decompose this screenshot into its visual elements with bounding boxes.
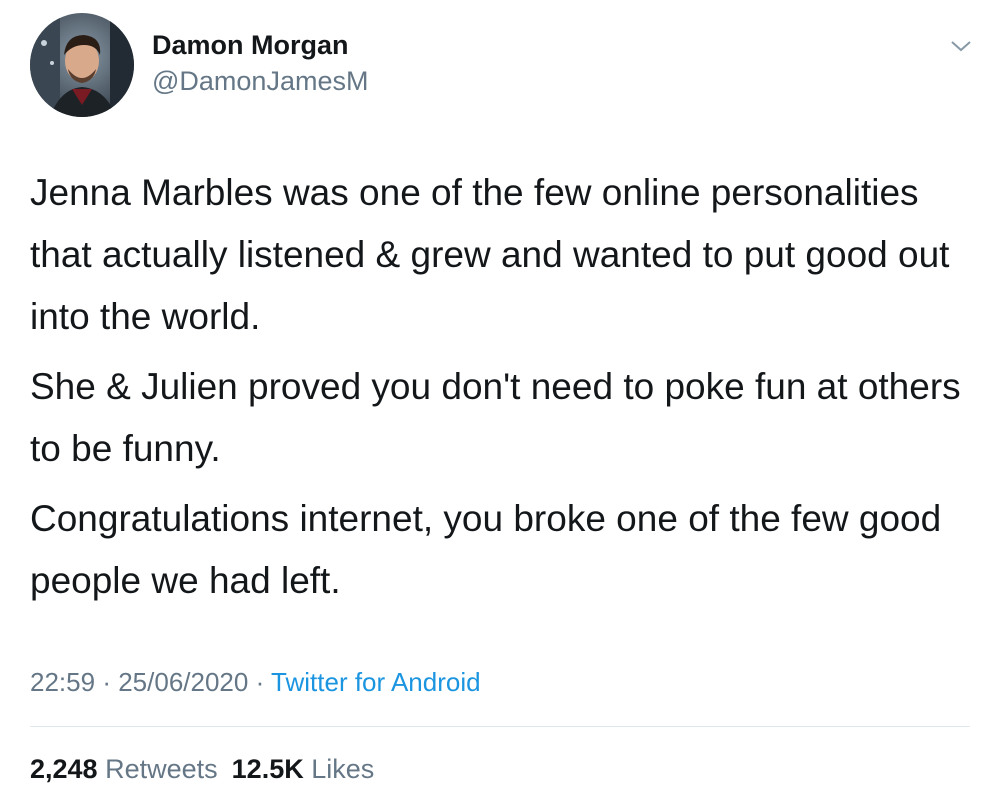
tweet-menu-button[interactable] [946, 36, 976, 56]
retweets-stat[interactable]: 2,248 Retweets [30, 754, 218, 784]
tweet-metadata: 22:59 · 25/06/2020 · Twitter for Android [30, 664, 481, 700]
tweet-card: Damon Morgan @DamonJamesM Jenna Marbles … [0, 0, 1000, 796]
tweet-time[interactable]: 22:59 [30, 667, 95, 697]
tweet-paragraph: She & Julien proved you don't need to po… [30, 366, 961, 469]
tweet-source-link[interactable]: Twitter for Android [271, 667, 481, 697]
avatar[interactable] [30, 13, 134, 117]
profile-photo-icon [30, 13, 134, 117]
likes-label: Likes [311, 754, 375, 784]
tweet-paragraph: Congratulations internet, you broke one … [30, 498, 942, 601]
author-handle[interactable]: @DamonJamesM [152, 64, 368, 98]
tweet-text: Jenna Marbles was one of the few online … [30, 162, 970, 620]
likes-stat[interactable]: 12.5K Likes [232, 754, 375, 784]
meta-separator: · [255, 667, 265, 697]
chevron-down-icon [951, 41, 971, 52]
author-display-name[interactable]: Damon Morgan [152, 28, 368, 62]
retweets-count: 2,248 [30, 754, 98, 784]
retweets-label: Retweets [105, 754, 218, 784]
tweet-paragraph: Jenna Marbles was one of the few online … [30, 172, 950, 337]
author-info: Damon Morgan @DamonJamesM [152, 28, 368, 98]
likes-count: 12.5K [231, 754, 304, 784]
meta-separator: · [102, 667, 111, 697]
tweet-stats: 2,248 Retweets 12.5K Likes [30, 751, 388, 787]
divider [30, 726, 970, 727]
tweet-date[interactable]: 25/06/2020 [118, 667, 248, 697]
